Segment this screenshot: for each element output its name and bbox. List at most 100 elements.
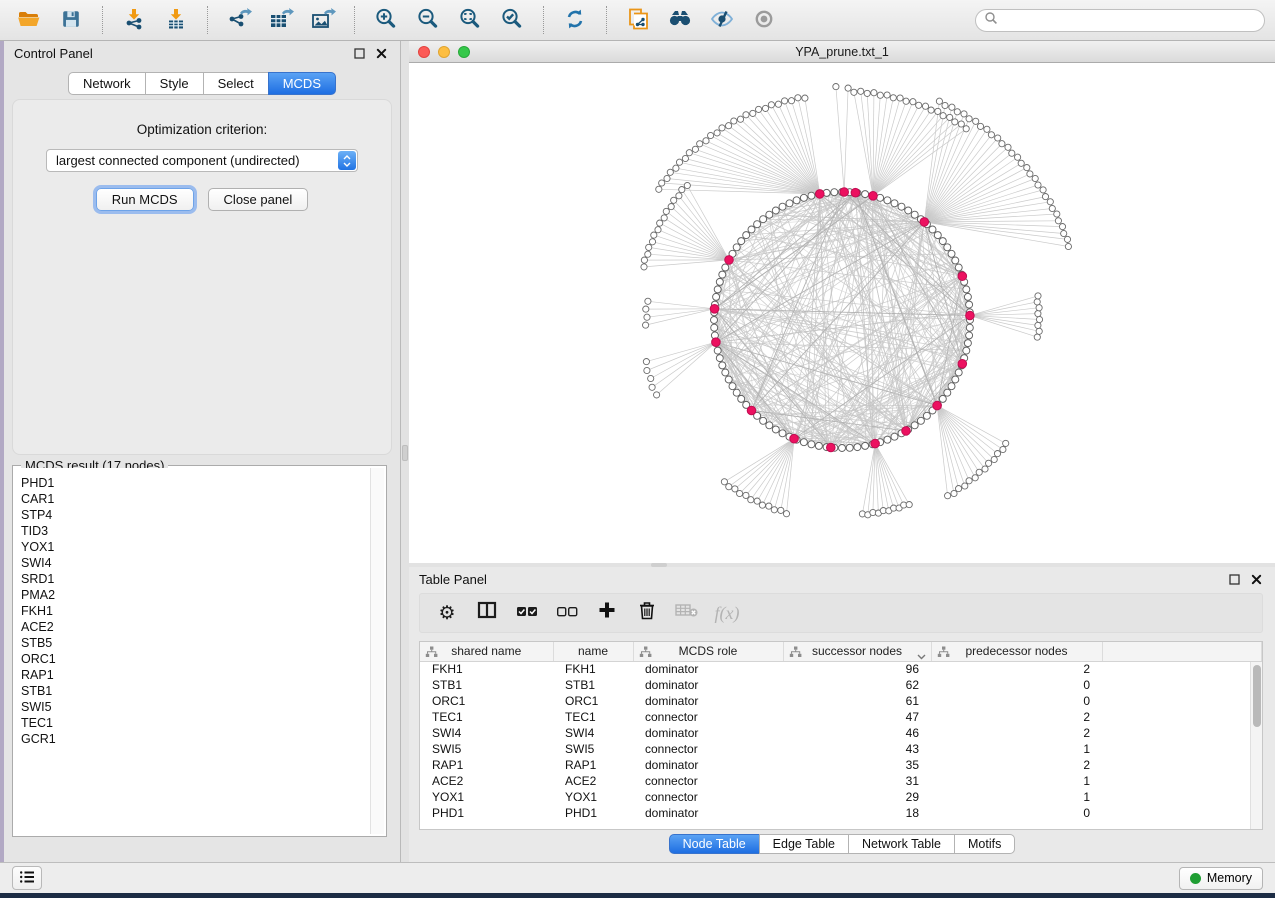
export-table-button[interactable] [262,4,300,36]
table-cell[interactable]: 0 [931,693,1102,709]
add-column-button[interactable] [592,598,622,628]
table-cell[interactable]: connector [633,773,783,789]
mcds-result-item[interactable]: TEC1 [21,715,370,731]
table-cell[interactable]: 2 [931,757,1102,773]
show-selected-button[interactable] [745,4,783,36]
table-cell[interactable]: 1 [931,789,1102,805]
table-cell[interactable]: TEC1 [420,709,553,725]
mcds-result-item[interactable]: TID3 [21,523,370,539]
splitter-grip[interactable] [402,445,408,461]
table-cell[interactable]: YOX1 [553,789,633,805]
network-canvas[interactable] [409,63,1275,563]
tab-motifs[interactable]: Motifs [954,834,1015,854]
table-cell[interactable]: TEC1 [553,709,633,725]
table-cell[interactable]: ORC1 [553,693,633,709]
refresh-button[interactable] [556,4,594,36]
table-cell[interactable]: 18 [783,805,931,821]
tab-style[interactable]: Style [145,72,204,95]
delete-table-button[interactable] [672,598,702,628]
mcds-list-scrollbar[interactable] [370,468,384,834]
tab-network-table[interactable]: Network Table [848,834,955,854]
table-cell[interactable]: 46 [783,725,931,741]
close-table-panel-button[interactable] [1247,570,1265,588]
scrollbar-thumb[interactable] [1253,665,1261,727]
float-table-panel-button[interactable] [1225,570,1243,588]
table-cell[interactable]: 29 [783,789,931,805]
table-cell[interactable]: 47 [783,709,931,725]
table-cell[interactable]: dominator [633,661,783,677]
table-cell[interactable]: connector [633,709,783,725]
close-panel-button[interactable] [372,44,390,62]
mcds-result-item[interactable]: STP4 [21,507,370,523]
import-network-button[interactable] [115,4,153,36]
mcds-result-item[interactable]: GCR1 [21,731,370,747]
mcds-result-item[interactable]: ACE2 [21,619,370,635]
zoom-in-button[interactable] [367,4,405,36]
vertical-splitter[interactable] [401,41,409,862]
memory-button[interactable]: Memory [1179,867,1263,890]
table-cell[interactable]: PHD1 [420,805,553,821]
table-cell[interactable]: dominator [633,757,783,773]
search-binoculars-button[interactable] [661,4,699,36]
table-cell[interactable]: dominator [633,677,783,693]
table-mode-gear-button[interactable]: ⚙ [432,598,462,628]
table-cell[interactable]: dominator [633,725,783,741]
table-cell[interactable]: PHD1 [553,805,633,821]
mcds-result-item[interactable]: STB1 [21,683,370,699]
table-cell[interactable]: ORC1 [420,693,553,709]
task-history-button[interactable] [12,866,42,890]
zoom-fit-button[interactable] [451,4,489,36]
table-cell[interactable]: YOX1 [420,789,553,805]
mcds-result-item[interactable]: YOX1 [21,539,370,555]
zoom-selected-button[interactable] [493,4,531,36]
close-panel-button-mcds[interactable]: Close panel [208,188,309,211]
table-cell[interactable]: 0 [931,677,1102,693]
tab-network[interactable]: Network [68,72,146,95]
table-cell[interactable]: dominator [633,805,783,821]
table-cell[interactable]: 2 [931,709,1102,725]
table-cell[interactable]: 62 [783,677,931,693]
open-file-button[interactable] [10,4,48,36]
table-cell[interactable]: 96 [783,661,931,677]
duplicate-network-button[interactable] [619,4,657,36]
mcds-result-item[interactable]: SWI4 [21,555,370,571]
zoom-out-button[interactable] [409,4,447,36]
table-cell[interactable]: SWI5 [420,741,553,757]
tab-mcds[interactable]: MCDS [268,72,336,95]
select-all-button[interactable] [512,598,542,628]
mcds-result-item[interactable]: PMA2 [21,587,370,603]
tab-edge-table[interactable]: Edge Table [759,834,849,854]
delete-columns-button[interactable] [632,598,662,628]
table-cell[interactable]: SWI4 [553,725,633,741]
mcds-result-item[interactable]: SWI5 [21,699,370,715]
export-network-button[interactable] [220,4,258,36]
table-cell[interactable]: 2 [931,725,1102,741]
table-cell[interactable]: RAP1 [420,757,553,773]
table-cell[interactable]: 1 [931,773,1102,789]
table-cell[interactable]: RAP1 [553,757,633,773]
search-input[interactable] [998,13,1256,27]
column-header-predecessor-nodes[interactable]: predecessor nodes [931,642,1102,661]
table-cell[interactable]: FKH1 [420,661,553,677]
float-panel-button[interactable] [350,44,368,62]
network-graph[interactable] [409,63,1275,563]
table-cell[interactable]: STB1 [420,677,553,693]
table-scrollbar[interactable] [1250,662,1262,829]
show-columns-button[interactable] [472,598,502,628]
column-header-name[interactable]: name [553,642,633,661]
deselect-all-button[interactable] [552,598,582,628]
mcds-result-item[interactable]: CAR1 [21,491,370,507]
table-cell[interactable]: FKH1 [553,661,633,677]
table-cell[interactable]: connector [633,741,783,757]
mcds-result-item[interactable]: RAP1 [21,667,370,683]
table-cell[interactable]: SWI4 [420,725,553,741]
table-cell[interactable]: 1 [931,741,1102,757]
table-cell[interactable]: 43 [783,741,931,757]
column-header-mcds-role[interactable]: MCDS role [633,642,783,661]
table-cell[interactable]: dominator [633,693,783,709]
table-cell[interactable]: ACE2 [420,773,553,789]
column-header-successor-nodes[interactable]: successor nodes [783,642,931,661]
export-image-button[interactable] [304,4,342,36]
hide-selected-button[interactable] [703,4,741,36]
import-table-button[interactable] [157,4,195,36]
